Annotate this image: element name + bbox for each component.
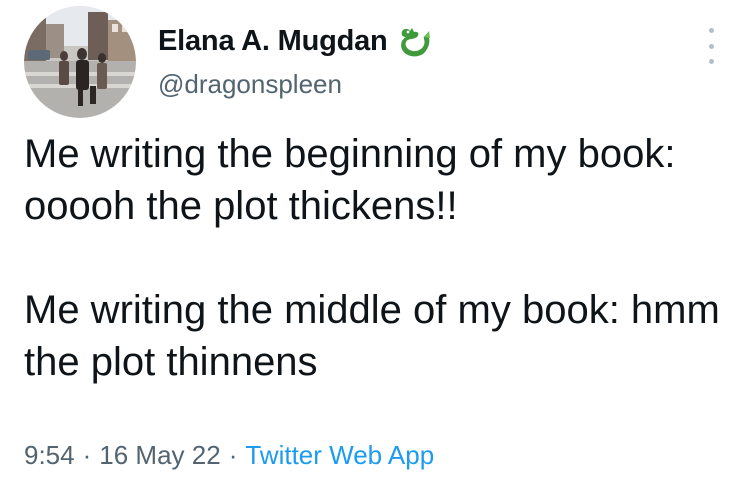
avatar[interactable] xyxy=(24,6,136,118)
more-options-button[interactable] xyxy=(702,28,720,64)
more-dot-icon xyxy=(708,28,714,33)
tweet-date[interactable]: 16 May 22 xyxy=(99,440,220,471)
more-dot-icon xyxy=(708,43,714,49)
dragon-icon xyxy=(396,25,434,59)
more-dot-icon xyxy=(708,59,714,64)
display-name[interactable]: Elana A. Mugdan xyxy=(158,25,388,58)
avatar-photo xyxy=(24,6,136,118)
display-name-row: Elana A. Mugdan xyxy=(158,25,434,59)
tweet-text: Me writing the beginning of my book: ooo… xyxy=(24,128,734,388)
tweet-time[interactable]: 9:54 xyxy=(24,440,75,471)
tweet-meta: 9:54 · 16 May 22 · Twitter Web App xyxy=(24,440,434,471)
author-names: Elana A. Mugdan @dragonspleen xyxy=(158,6,434,118)
tweet-paragraph: Me writing the middle of my book: hmm th… xyxy=(24,288,731,384)
tweet-header: Elana A. Mugdan @dragonspleen xyxy=(24,6,434,118)
tweet-card: Elana A. Mugdan @dragonspleen Me writing… xyxy=(0,0,750,504)
tweet-paragraph: Me writing the beginning of my book: ooo… xyxy=(24,132,687,228)
tweet-source-link[interactable]: Twitter Web App xyxy=(245,440,434,471)
meta-separator: · xyxy=(82,440,92,470)
handle[interactable]: @dragonspleen xyxy=(158,69,434,100)
meta-separator: · xyxy=(228,440,238,470)
